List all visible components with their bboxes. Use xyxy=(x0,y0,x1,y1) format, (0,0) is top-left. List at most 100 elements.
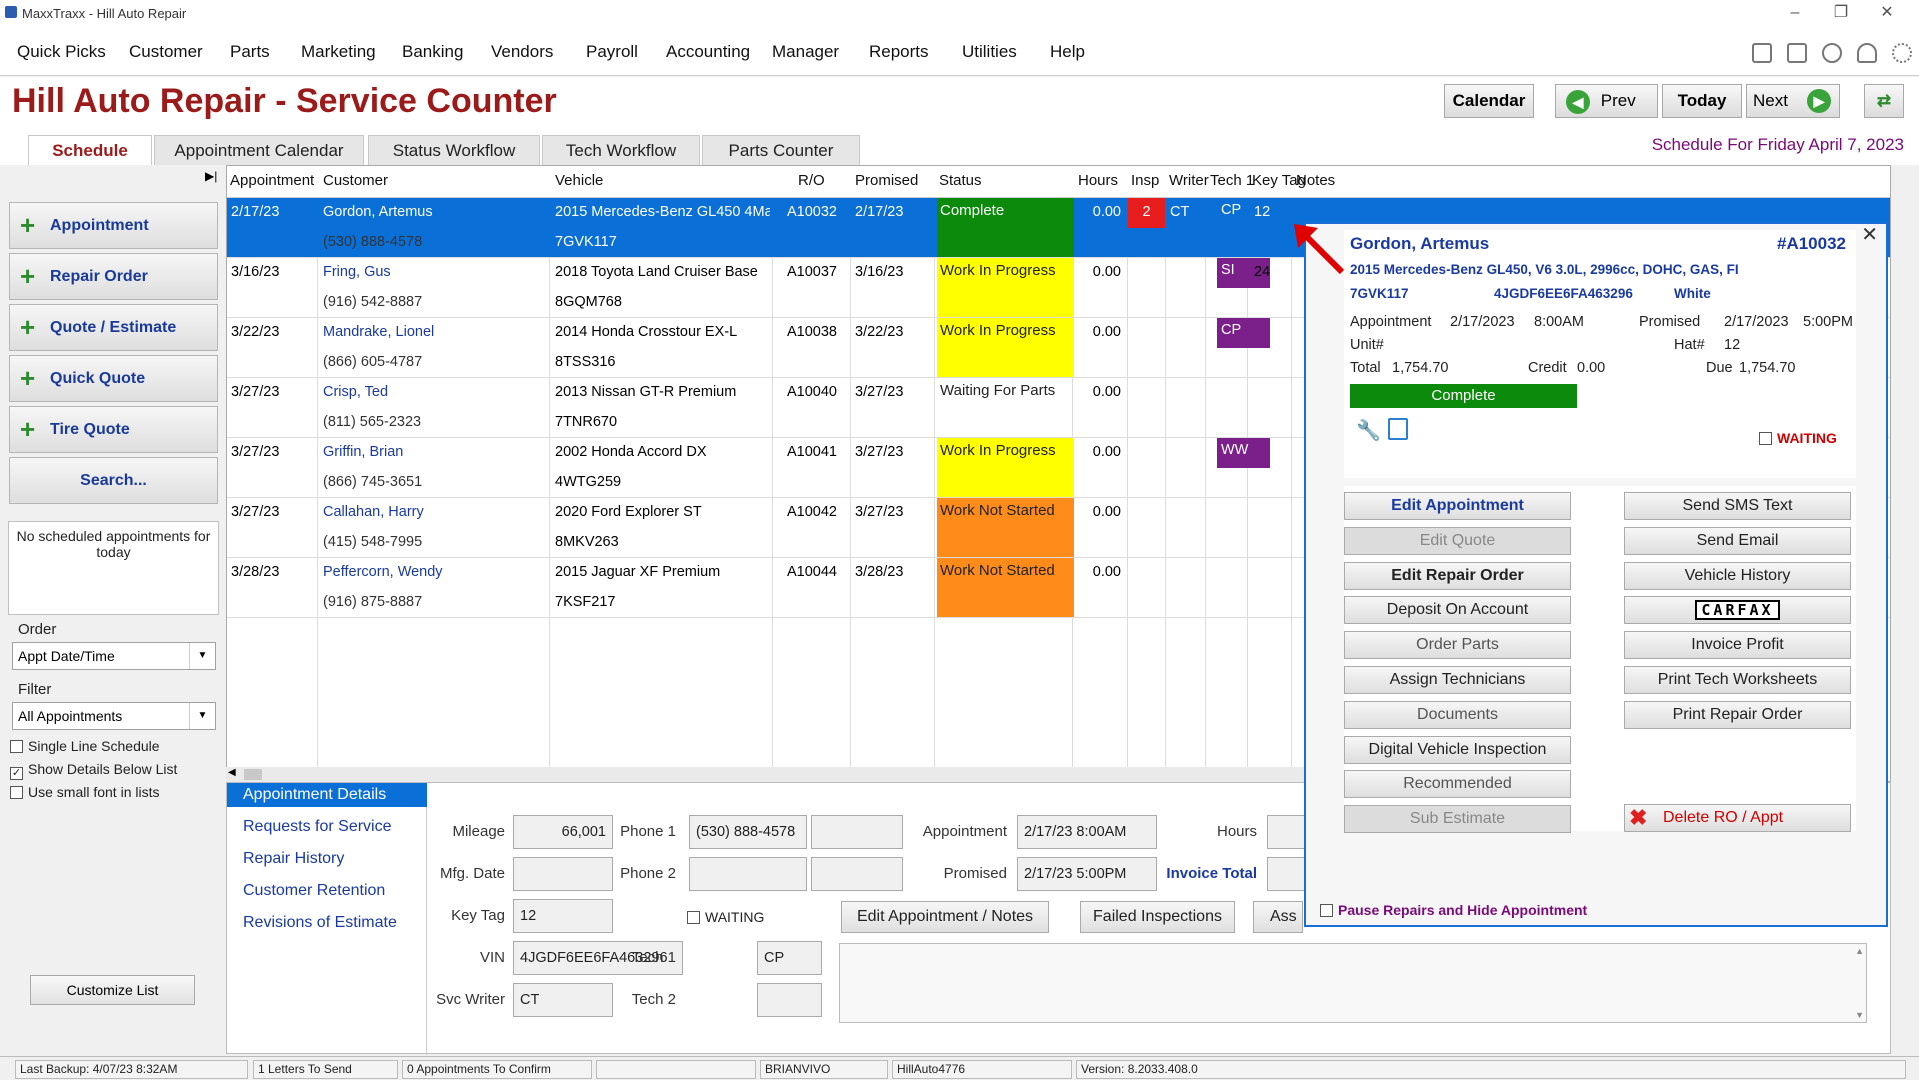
delete-ro-button[interactable]: ✖ Delete RO / Appt xyxy=(1624,804,1851,832)
new-repair-order-button[interactable]: + Repair Order xyxy=(9,253,218,300)
waiting-checkbox[interactable]: WAITING xyxy=(687,909,764,925)
popup-right-button[interactable]: Invoice Profit xyxy=(1624,631,1851,660)
scroll-thumb[interactable] xyxy=(244,769,262,780)
keytag-field[interactable]: 12 xyxy=(513,899,613,933)
phone2-field[interactable] xyxy=(689,857,807,891)
customize-list-button[interactable]: Customize List xyxy=(30,975,195,1005)
sync-button[interactable]: ⇄ xyxy=(1864,84,1904,118)
order-select[interactable]: Appt Date/Time ▼ xyxy=(12,642,216,670)
col-tech1[interactable]: Tech 1 xyxy=(1210,172,1254,189)
tab-status-workflow[interactable]: Status Workflow xyxy=(368,135,540,165)
carfax-button[interactable]: CARFAX xyxy=(1624,596,1851,625)
appointment-field[interactable]: 2/17/23 8:00AM xyxy=(1017,815,1157,849)
promised-field[interactable]: 2/17/23 5:00PM xyxy=(1017,857,1157,891)
popup-right-button[interactable]: Send SMS Text xyxy=(1624,492,1851,520)
col-hours[interactable]: Hours xyxy=(1078,172,1118,189)
col-customer[interactable]: Customer xyxy=(323,172,388,189)
popup-left-button[interactable]: Order Parts xyxy=(1344,631,1571,660)
hours-field[interactable] xyxy=(1267,815,1307,849)
popup-left-button[interactable]: Recommended xyxy=(1344,770,1571,799)
wrench-icon[interactable]: 🔧 xyxy=(1356,418,1381,443)
new-quote-button[interactable]: + Quote / Estimate xyxy=(9,304,218,351)
popup-left-button[interactable]: Deposit On Account xyxy=(1344,596,1571,625)
prev-button[interactable]: ◀ Prev xyxy=(1555,84,1658,118)
new-appointment-button[interactable]: + Appointment xyxy=(9,202,218,249)
phone2-ext-field[interactable] xyxy=(811,857,903,891)
popup-left-button[interactable]: Digital Vehicle Inspection xyxy=(1344,735,1571,764)
quick-quote-button[interactable]: + Quick Quote xyxy=(9,355,218,402)
checklist-icon[interactable] xyxy=(1388,418,1408,440)
edit-appointment-notes-button[interactable]: Edit Appointment / Notes xyxy=(841,901,1049,933)
minimize-icon[interactable]: – xyxy=(1772,2,1818,24)
tab-appointment-calendar[interactable]: Appointment Calendar xyxy=(154,135,364,165)
popup-right-button[interactable]: Vehicle History xyxy=(1624,561,1851,590)
col-promised[interactable]: Promised xyxy=(855,172,918,189)
mileage-field[interactable]: 66,001 xyxy=(513,815,613,849)
pause-repairs-checkbox[interactable]: Pause Repairs and Hide Appointment xyxy=(1320,902,1587,918)
menu-vendors[interactable]: Vendors xyxy=(491,42,553,62)
notes-area[interactable]: ▲ ▼ xyxy=(839,943,1867,1023)
popup-waiting-checkbox[interactable]: WAITING xyxy=(1759,430,1837,446)
popup-right-button[interactable]: Send Email xyxy=(1624,526,1851,555)
refresh-icon[interactable] xyxy=(1822,43,1842,63)
scroll-left-icon[interactable]: ◀ xyxy=(228,767,236,778)
cell-customer-name[interactable]: Fring, Gus xyxy=(323,264,391,280)
link-requests-for-service[interactable]: Requests for Service xyxy=(243,818,392,836)
next-button[interactable]: Next ▶ xyxy=(1746,84,1840,118)
popup-left-button[interactable]: Edit Appointment xyxy=(1344,492,1571,520)
col-insp[interactable]: Insp xyxy=(1131,172,1159,189)
popup-right-button[interactable]: Print Repair Order xyxy=(1624,700,1851,729)
link-customer-retention[interactable]: Customer Retention xyxy=(243,882,385,900)
popup-left-button[interactable]: Edit Repair Order xyxy=(1344,561,1571,590)
phone1-ext-field[interactable] xyxy=(811,815,903,849)
horizontal-scrollbar[interactable]: ◀ xyxy=(226,767,1306,782)
col-writer[interactable]: Writer xyxy=(1169,172,1209,189)
cell-customer-name[interactable]: Griffin, Brian xyxy=(323,444,403,460)
menu-quick-picks[interactable]: Quick Picks xyxy=(17,42,106,62)
cell-customer-name[interactable]: Callahan, Harry xyxy=(323,504,424,520)
menu-manager[interactable]: Manager xyxy=(772,42,839,62)
col-notes[interactable]: Notes xyxy=(1296,172,1335,189)
scroll-down-icon[interactable]: ▼ xyxy=(1855,1010,1864,1020)
tab-parts-counter[interactable]: Parts Counter xyxy=(702,135,860,165)
col-status[interactable]: Status xyxy=(939,172,982,189)
tire-quote-button[interactable]: + Tire Quote xyxy=(9,406,218,453)
list-icon[interactable] xyxy=(1787,43,1807,63)
menu-utilities[interactable]: Utilities xyxy=(962,42,1017,62)
cell-customer-name[interactable]: Crisp, Ted xyxy=(323,384,388,400)
filter-select[interactable]: All Appointments ▼ xyxy=(12,702,216,730)
show-details-checkbox[interactable]: ✓ Show Details Below List xyxy=(10,761,177,780)
cell-customer-name[interactable]: Gordon, Artemus xyxy=(323,204,433,220)
small-font-checkbox[interactable]: Use small font in lists xyxy=(10,784,159,800)
col-vehicle[interactable]: Vehicle xyxy=(555,172,603,189)
popup-left-button[interactable]: Documents xyxy=(1344,700,1571,729)
popup-right-button[interactable]: Print Tech Worksheets xyxy=(1624,666,1851,694)
popup-left-button[interactable]: Assign Technicians xyxy=(1344,666,1571,694)
svc-writer-field[interactable]: CT xyxy=(513,983,613,1017)
collapse-icon[interactable]: ▶| xyxy=(205,169,217,183)
failed-inspections-button[interactable]: Failed Inspections xyxy=(1080,901,1235,933)
tech1-field[interactable]: CP xyxy=(757,941,822,975)
cell-customer-name[interactable]: Peffercorn, Wendy xyxy=(323,564,443,580)
menu-accounting[interactable]: Accounting xyxy=(666,42,750,62)
link-appointment-details[interactable]: Appointment Details xyxy=(227,783,427,807)
menu-payroll[interactable]: Payroll xyxy=(586,42,638,62)
tech2-field[interactable] xyxy=(757,983,822,1017)
menu-reports[interactable]: Reports xyxy=(869,42,929,62)
menu-customer[interactable]: Customer xyxy=(129,42,203,62)
link-repair-history[interactable]: Repair History xyxy=(243,850,344,868)
menu-marketing[interactable]: Marketing xyxy=(301,42,376,62)
menu-help[interactable]: Help xyxy=(1050,42,1085,62)
restore-icon[interactable]: ❐ xyxy=(1818,2,1864,24)
single-line-checkbox[interactable]: Single Line Schedule xyxy=(10,738,160,754)
save-icon[interactable] xyxy=(1752,43,1772,63)
user-icon[interactable] xyxy=(1857,43,1877,63)
menu-banking[interactable]: Banking xyxy=(402,42,463,62)
scroll-up-icon[interactable]: ▲ xyxy=(1855,946,1864,956)
popup-close-icon[interactable]: ✕ xyxy=(1861,222,1878,247)
link-revisions-of-estimate[interactable]: Revisions of Estimate xyxy=(243,914,397,932)
phone1-field[interactable]: (530) 888-4578 xyxy=(689,815,807,849)
tab-tech-workflow[interactable]: Tech Workflow xyxy=(542,135,700,165)
col-appointment[interactable]: Appointment xyxy=(230,172,314,189)
popup-left-button[interactable]: Edit Quote xyxy=(1344,526,1571,555)
